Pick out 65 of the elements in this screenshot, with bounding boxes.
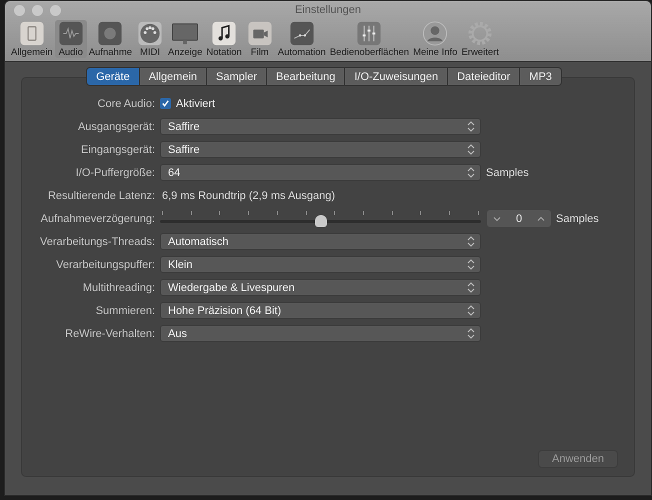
up-down-chevron-icon bbox=[467, 236, 475, 247]
up-down-chevron-icon bbox=[467, 167, 475, 178]
mixer-sliders-icon bbox=[358, 22, 381, 46]
tab[interactable]: MP3 bbox=[520, 67, 562, 86]
up-down-chevron-icon bbox=[467, 305, 475, 316]
video-camera-icon bbox=[248, 22, 272, 46]
toolbar-item[interactable]: MIDI bbox=[134, 20, 166, 58]
toolbar-item[interactable]: Allgemein bbox=[9, 20, 55, 58]
tab[interactable]: Allgemein bbox=[140, 67, 208, 86]
toolbar-item[interactable]: Audio bbox=[54, 20, 87, 58]
toolbar-item[interactable]: Erweitert bbox=[459, 20, 501, 58]
person-silhouette-icon bbox=[423, 21, 448, 46]
up-down-chevron-icon bbox=[467, 328, 475, 339]
checkmark-icon bbox=[161, 99, 170, 108]
music-note-icon bbox=[212, 22, 236, 46]
toolbar-item[interactable]: Meine Info bbox=[411, 20, 460, 58]
tab[interactable]: Geräte bbox=[86, 67, 140, 86]
field-label: Verarbeitungs-Threads: bbox=[39, 236, 156, 248]
dropdown[interactable]: Automatisch bbox=[160, 233, 481, 250]
dropdown[interactable]: Saffire bbox=[160, 118, 481, 135]
chevron-up-icon[interactable] bbox=[537, 216, 545, 222]
tab[interactable]: I/O-Zuweisungen bbox=[345, 67, 448, 86]
field-label: I/O-Puffergröße: bbox=[74, 166, 156, 178]
field-label: Eingangsgerät: bbox=[80, 144, 156, 156]
up-down-chevron-icon bbox=[467, 282, 475, 293]
field-label: Summieren: bbox=[94, 304, 156, 316]
unit-label: Samples bbox=[556, 212, 599, 224]
chevron-down-icon[interactable] bbox=[493, 216, 501, 222]
up-down-chevron-icon bbox=[467, 121, 475, 132]
monitor-icon bbox=[172, 23, 198, 44]
toolbar-item[interactable]: Aufnahme bbox=[86, 20, 134, 58]
window-title: Einstellungen bbox=[294, 4, 362, 16]
toolbar-item[interactable]: Automation bbox=[276, 20, 328, 58]
toolbar-item[interactable]: Film bbox=[244, 20, 276, 58]
record-icon bbox=[98, 22, 122, 46]
up-down-chevron-icon bbox=[467, 259, 475, 270]
latency-value: 6,9 ms Roundtrip (2,9 ms Ausgang) bbox=[161, 190, 336, 202]
automation-curve-icon bbox=[290, 22, 314, 46]
dropdown[interactable]: Saffire bbox=[160, 141, 481, 158]
field-label: Resultierende Latenz: bbox=[46, 190, 156, 202]
field-label: ReWire-Verhalten: bbox=[64, 328, 156, 340]
toolbar-item[interactable]: Bedienoberflächen bbox=[328, 20, 412, 58]
device-icon bbox=[20, 22, 44, 46]
field-label: Multithreading: bbox=[82, 282, 156, 294]
field-label: Aufnahmeverzögerung: bbox=[40, 212, 156, 224]
tab[interactable]: Sampler bbox=[207, 67, 267, 86]
waveform-icon bbox=[59, 22, 82, 46]
unit-label: Samples bbox=[486, 166, 529, 178]
field-label: Ausgangsgerät: bbox=[76, 120, 156, 132]
delay-slider[interactable] bbox=[160, 209, 481, 228]
up-down-chevron-icon bbox=[467, 144, 475, 155]
toolbar-item[interactable]: Notation bbox=[204, 20, 244, 58]
dropdown[interactable]: Klein bbox=[160, 256, 481, 273]
toolbar-item[interactable]: Anzeige bbox=[166, 20, 204, 58]
dropdown[interactable]: Wiedergabe & Livespuren bbox=[160, 279, 481, 296]
tab[interactable]: Dateieditor bbox=[448, 67, 520, 86]
midi-port-icon bbox=[138, 22, 162, 46]
field-label: Core Audio: bbox=[96, 98, 156, 110]
tab[interactable]: Bearbeitung bbox=[267, 67, 346, 86]
dropdown[interactable]: Aus bbox=[160, 325, 481, 342]
dropdown[interactable]: Hohe Präzision (64 Bit) bbox=[160, 302, 481, 319]
dropdown[interactable]: 64 bbox=[160, 164, 481, 181]
field-label: Verarbeitungspuffer: bbox=[55, 258, 156, 270]
core-audio-checkbox[interactable]: Aktiviert bbox=[160, 98, 216, 110]
stepper-field[interactable]: 0 bbox=[487, 210, 551, 227]
